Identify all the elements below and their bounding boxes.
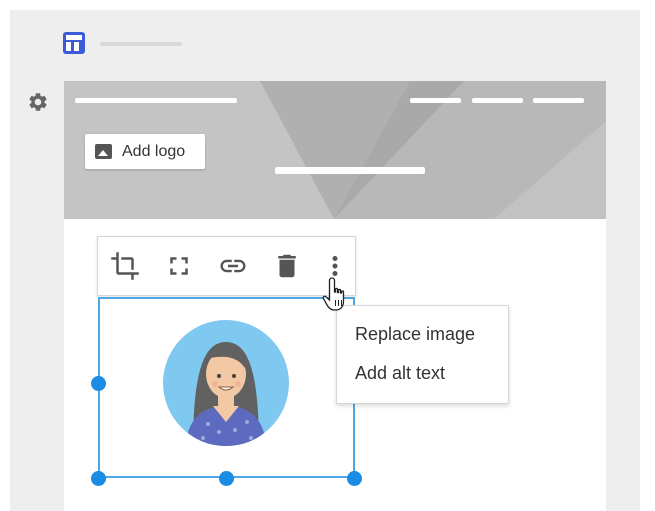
avatar-image[interactable] [163,320,289,446]
fullscreen-icon[interactable] [164,251,194,281]
site-layout-icon[interactable] [63,32,85,54]
resize-handle-bottom[interactable] [219,471,234,486]
gear-icon[interactable] [27,91,49,113]
hand-pointer-icon [322,277,345,311]
resize-handle-bottom-left[interactable] [91,471,106,486]
menu-item-add-alt-text[interactable]: Add alt text [355,363,445,384]
add-logo-button[interactable]: Add logo [85,134,205,169]
image-icon [95,144,112,159]
image-toolbar [97,236,356,296]
nav-placeholder-3 [533,98,584,103]
resize-handle-bottom-right[interactable] [347,471,362,486]
resize-handle-left[interactable] [91,376,106,391]
link-icon[interactable] [218,251,248,281]
crop-icon[interactable] [110,251,140,281]
nav-placeholder-2 [472,98,523,103]
site-title-placeholder [100,42,182,46]
trash-icon[interactable] [272,251,302,281]
page-header[interactable]: Add logo [64,81,606,219]
header-subtitle-placeholder [275,167,425,174]
add-logo-label: Add logo [122,142,186,160]
header-title-placeholder [75,98,237,103]
nav-placeholder-1 [410,98,461,103]
menu-item-replace-image[interactable]: Replace image [355,324,475,345]
image-options-menu: Replace image Add alt text [336,305,509,404]
